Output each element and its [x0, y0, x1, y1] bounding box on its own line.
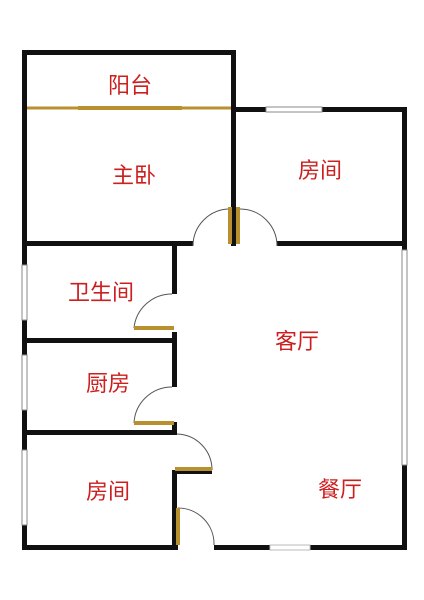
wall-bath-kitchen-column [172, 241, 177, 294]
window-top-right-room [265, 106, 323, 113]
bathroom-door-leaf [134, 326, 174, 330]
room-label-master-bedroom: 主卧 [112, 164, 156, 189]
balcony-door-leaf-2 [130, 106, 182, 110]
room-label-kitchen: 厨房 [86, 372, 130, 397]
right-room-door-leaf [236, 207, 240, 244]
wall-bottom-left [22, 545, 178, 550]
balcony-door-leaf-1 [78, 106, 130, 110]
doors [133, 207, 278, 546]
bedroom-door-swing [176, 433, 213, 471]
wall-kitchen-bottom [22, 430, 177, 435]
balcony-sliding-door [27, 106, 231, 110]
master-bedroom-door-swing [192, 208, 231, 247]
master-bedroom-door-leaf [228, 207, 232, 244]
window-bedroom-bottom-left [21, 449, 28, 526]
kitchen-door-swing [133, 386, 173, 424]
wall-master-bedroom-bottom [22, 241, 193, 246]
entrance-door-swing [177, 507, 215, 546]
wall-bathroom-bottom [22, 338, 177, 343]
floor-plan: 阳台 主卧 房间 卫生间 客厅 厨房 房间 餐厅 [21, 50, 408, 551]
window-kitchen [21, 354, 28, 411]
window-bottom-dining [269, 544, 311, 551]
room-label-balcony: 阳台 [108, 74, 152, 99]
room-labels: 阳台 主卧 房间 卫生间 客厅 厨房 房间 餐厅 [68, 74, 362, 505]
right-room-door-swing [239, 208, 278, 247]
window-bathroom [21, 264, 28, 321]
wall-right-room-bottom [277, 241, 407, 246]
room-label-bedroom-bottom-left: 房间 [86, 480, 130, 505]
room-label-bedroom-top-right: 房间 [298, 159, 342, 184]
room-label-living-room: 客厅 [275, 330, 319, 355]
wall-top-balcony [22, 50, 236, 55]
kitchen-door-leaf [134, 421, 174, 425]
room-label-bathroom: 卫生间 [68, 281, 134, 306]
bedroom-door-leaf-top [175, 467, 212, 471]
bathroom-door-swing [133, 293, 173, 329]
window-right-wall [401, 249, 408, 466]
entrance-door-leaf [176, 508, 180, 545]
room-label-dining-room: 餐厅 [318, 478, 362, 503]
